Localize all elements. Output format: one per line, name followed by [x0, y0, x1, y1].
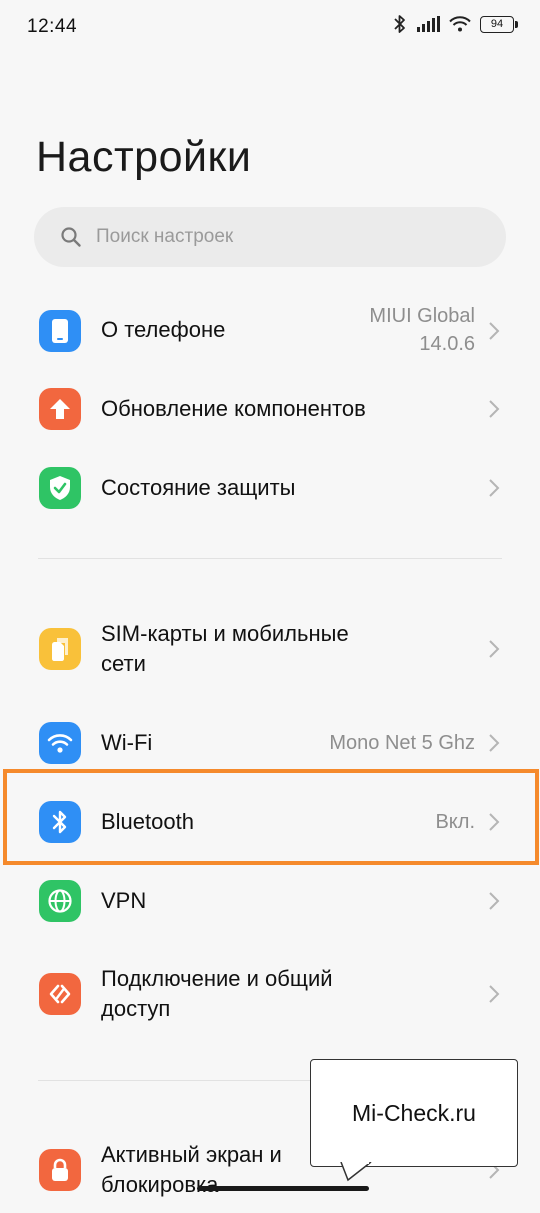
phone-icon — [39, 310, 81, 352]
sim-cards-icon — [39, 628, 81, 670]
search-input[interactable] — [94, 225, 478, 249]
miui-version-name: MIUI Global — [369, 305, 475, 327]
settings-item-connection-sharing[interactable]: Подключение и общий доступ — [0, 951, 540, 1037]
shield-check-icon — [39, 467, 81, 509]
battery-indicator: 94 — [480, 15, 518, 33]
settings-item-value: Mono Net 5 Ghz — [329, 732, 475, 754]
lock-icon — [39, 1149, 81, 1191]
bluetooth-status-icon — [394, 15, 405, 33]
home-indicator[interactable] — [197, 1186, 369, 1191]
label-line: сети — [101, 651, 146, 676]
status-time: 12:44 — [27, 16, 78, 37]
section-divider — [38, 558, 502, 559]
label-line: блокировка — [101, 1172, 219, 1197]
wifi-icon — [39, 722, 81, 764]
status-bar: 12:44 94 — [0, 0, 540, 56]
globe-icon — [39, 880, 81, 922]
chevron-right-icon — [489, 400, 500, 418]
bluetooth-icon — [39, 801, 81, 843]
settings-item-label: Bluetooth — [101, 809, 194, 834]
page-title: Настройки — [36, 133, 252, 181]
settings-item-label: VPN — [101, 888, 147, 913]
status-icons: 94 — [393, 14, 518, 34]
settings-item-label: Активный экран и блокировка — [101, 1140, 282, 1200]
bubble-tail — [340, 1162, 372, 1182]
settings-item-value: Вкл. — [435, 811, 475, 833]
chevron-right-icon — [489, 322, 500, 340]
arrow-up-icon — [39, 388, 81, 430]
label-line: Активный экран и — [101, 1142, 282, 1167]
settings-item-label: О телефоне — [101, 317, 226, 342]
wifi-status-icon — [449, 16, 471, 32]
settings-item-label: Обновление компонентов — [101, 396, 366, 421]
watermark-bubble: Mi-Check.ru — [310, 1059, 518, 1167]
chevron-right-icon — [489, 479, 500, 497]
settings-item-label: Wi-Fi — [101, 730, 153, 755]
label-line: SIM-карты и мобильные — [101, 621, 349, 646]
label-line: Подключение и общий — [101, 966, 333, 991]
settings-item-security-status[interactable]: Состояние защиты — [0, 448, 540, 528]
settings-item-label: SIM-карты и мобильные сети — [101, 619, 349, 679]
settings-item-wifi[interactable]: Wi-Fi Mono Net 5 Ghz — [0, 703, 540, 783]
settings-item-about-phone[interactable]: О телефоне MIUI Global 14.0.6 — [0, 291, 540, 371]
settings-item-sim-cards[interactable]: SIM-карты и мобильные сети — [0, 606, 540, 692]
settings-item-label: Подключение и общий доступ — [101, 964, 333, 1024]
chevron-right-icon — [489, 734, 500, 752]
chevron-right-icon — [489, 640, 500, 658]
search-icon — [61, 227, 81, 247]
settings-item-bluetooth[interactable]: Bluetooth Вкл. — [0, 782, 540, 862]
chevron-right-icon — [489, 892, 500, 910]
chevron-right-icon — [489, 813, 500, 831]
miui-version-number: 14.0.6 — [419, 333, 475, 355]
sharing-icon — [39, 973, 81, 1015]
chevron-right-icon — [489, 985, 500, 1003]
label-line: доступ — [101, 996, 171, 1021]
settings-item-updates[interactable]: Обновление компонентов — [0, 369, 540, 449]
search-bar[interactable] — [34, 207, 506, 267]
settings-item-label: Состояние защиты — [101, 475, 296, 500]
signal-icon — [417, 16, 440, 32]
settings-item-value: MIUI Global 14.0.6 — [369, 302, 475, 358]
settings-item-vpn[interactable]: VPN — [0, 861, 540, 941]
